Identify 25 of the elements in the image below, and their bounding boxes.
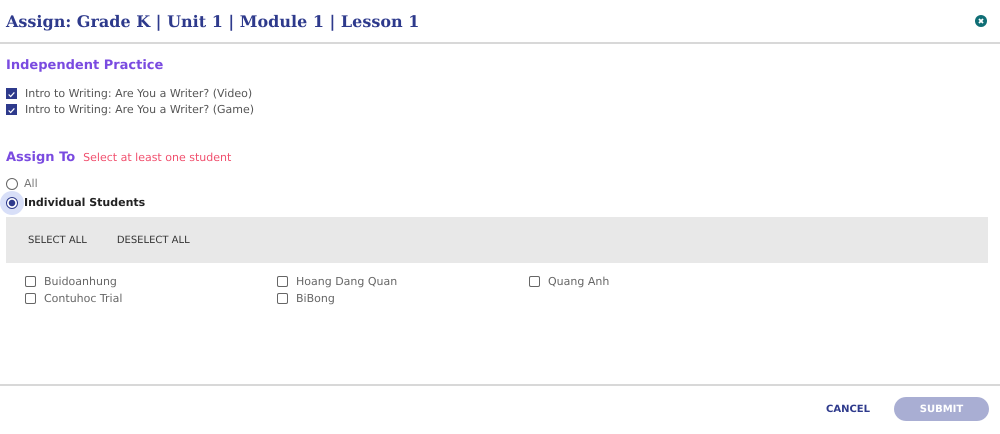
section-heading: Independent Practice (6, 58, 164, 73)
checkbox[interactable] (25, 276, 36, 287)
toolbar-button[interactable]: SELECT ALL (18, 230, 97, 250)
student-name: Quang Anh (548, 275, 610, 288)
activity-label: Intro to Writing: Are You a Writer? (Video) (25, 87, 252, 100)
student-name: Buidoanhung (44, 275, 117, 288)
cancel-button[interactable]: CANCEL (820, 402, 876, 416)
student-name: BiBong (296, 292, 335, 305)
section-heading: Assign To (6, 150, 76, 165)
checkbox[interactable] (6, 104, 17, 115)
checkbox[interactable] (6, 88, 17, 99)
toolbar-button[interactable]: DESELECT ALL (106, 230, 200, 250)
checkbox[interactable] (277, 293, 288, 304)
radio-label: All (24, 177, 38, 190)
error-message: Select at least one student (83, 151, 232, 164)
student-name: Contuhoc Trial (44, 292, 122, 305)
close-icon[interactable] (975, 15, 987, 27)
checkbox[interactable] (25, 293, 36, 304)
checkbox[interactable] (529, 276, 540, 287)
checkbox[interactable] (277, 276, 288, 287)
student-name: Hoang Dang Quan (296, 275, 398, 288)
radio-label: Individual Students (24, 196, 146, 209)
activity-label: Intro to Writing: Are You a Writer? (Game) (25, 103, 254, 116)
dialog-title: Assign: Grade K | Unit 1 | Module 1 | Lesson 1 (6, 12, 420, 30)
radio-button[interactable] (6, 178, 18, 190)
